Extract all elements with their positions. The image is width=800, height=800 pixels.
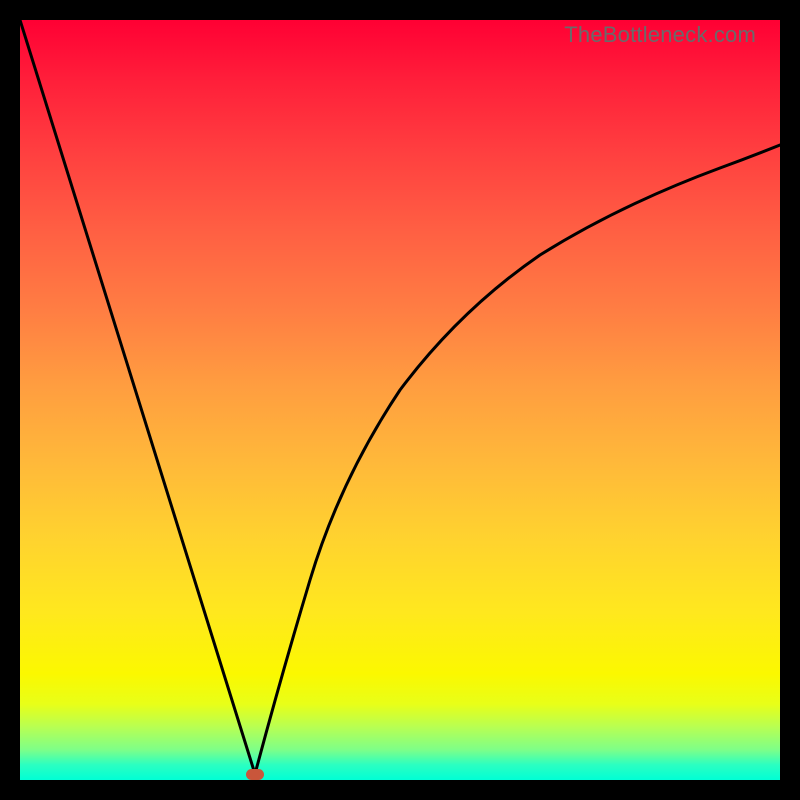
curve-ascending: [255, 145, 780, 774]
bottleneck-curve: [20, 20, 780, 780]
watermark-text: TheBottleneck.com: [564, 22, 756, 48]
minimum-marker: [246, 769, 264, 780]
chart-frame: TheBottleneck.com: [20, 20, 780, 780]
curve-descending: [20, 20, 255, 774]
